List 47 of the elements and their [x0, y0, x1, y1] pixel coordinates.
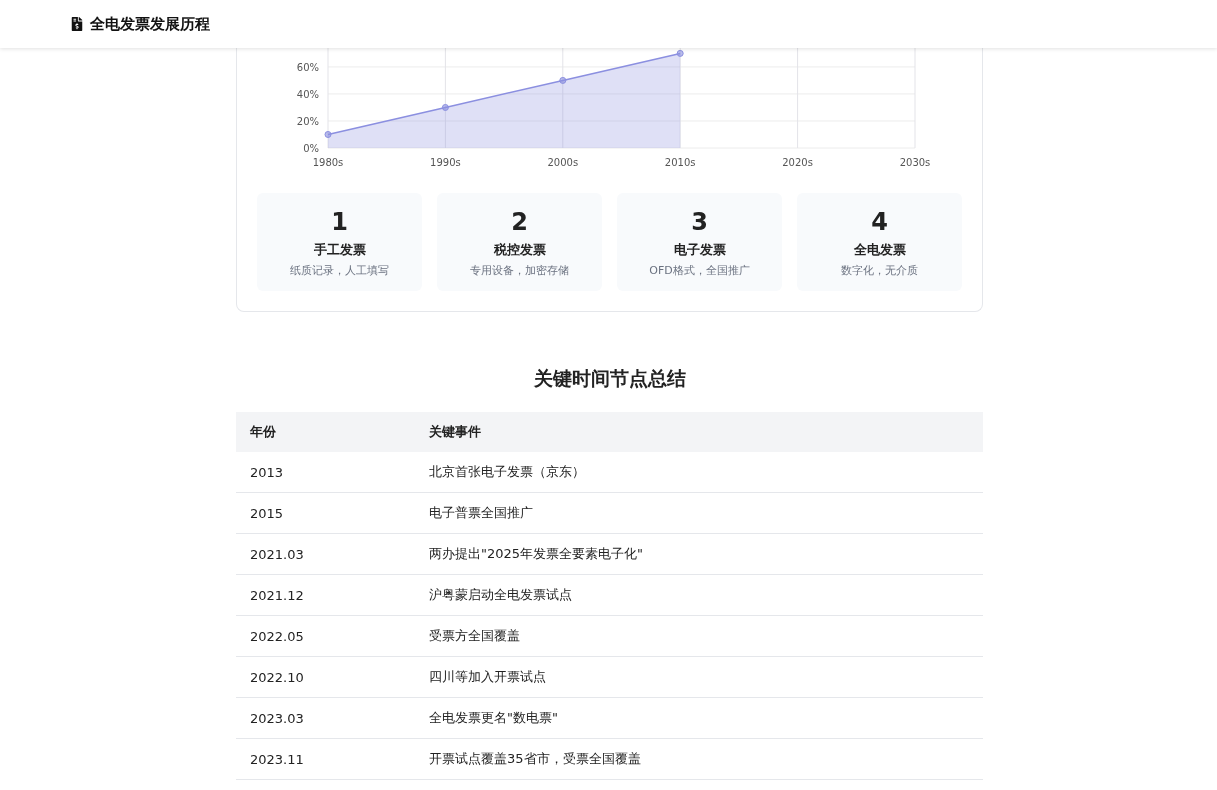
stage-number: 2	[511, 206, 528, 237]
x-tick-label: 2020s	[782, 157, 813, 168]
invoice-icon	[70, 17, 84, 31]
table-cell: 四川等加入开票试点	[415, 656, 983, 698]
table-cell: 2015	[236, 492, 415, 534]
stage-number: 4	[871, 206, 888, 237]
x-tick-label: 2000s	[547, 157, 579, 168]
stage-title: 手工发票	[313, 240, 366, 259]
table-cell: 2021.03	[236, 533, 415, 575]
stage-description: 数字化，无介质	[841, 262, 918, 278]
table-cell: 2023.03	[236, 697, 415, 739]
table-cell: 受票方全国覆盖	[415, 615, 983, 657]
y-tick-label: 0%	[303, 143, 319, 154]
column-header: 年份	[236, 412, 415, 452]
table-cell: 2013	[236, 452, 415, 493]
y-tick-label: 60%	[296, 61, 319, 73]
table-cell: 全电发票更名"数电票"	[415, 697, 983, 739]
stage-number: 3	[691, 206, 708, 237]
table-cell: 2023.11	[236, 738, 415, 780]
data-point	[676, 49, 684, 57]
data-point	[441, 103, 449, 111]
page-title: 全电发票发展历程	[90, 14, 210, 34]
stage-description: 纸质记录，人工填写	[290, 262, 389, 278]
x-tick-label: 1980s	[312, 157, 344, 168]
x-tick-label: 1990s	[430, 157, 461, 168]
stage-description: OFD格式，全国推广	[649, 262, 750, 278]
stage-title: 税控发票	[493, 240, 546, 259]
stage-title: 全电发票	[853, 240, 906, 259]
table-cell: 两办提出"2025年发票全要素电子化"	[415, 533, 983, 575]
y-tick-label: 20%	[296, 115, 319, 127]
column-header: 关键事件	[415, 412, 983, 452]
x-tick-label: 2030s	[899, 157, 931, 168]
stage-number: 1	[331, 206, 348, 237]
data-point	[559, 76, 567, 84]
table-cell: 电子普票全国推广	[415, 492, 983, 534]
table-cell: 2022.10	[236, 656, 415, 698]
table-cell: 沪粤蒙启动全电发票试点	[415, 574, 983, 616]
section-title: 关键时间节点总结	[532, 366, 687, 391]
data-point	[324, 131, 332, 138]
y-tick-label: 40%	[296, 88, 319, 100]
table-cell: 2022.05	[236, 615, 415, 657]
x-tick-label: 2010s	[664, 157, 696, 168]
table-cell: 开票试点覆盖35省市，受票全国覆盖	[415, 738, 983, 780]
table-cell: 2021.12	[236, 574, 415, 616]
stage-description: 专用设备，加密存储	[470, 262, 569, 278]
stage-title: 电子发票	[673, 240, 726, 259]
table-cell: 北京首张电子发票（京东）	[415, 452, 983, 493]
